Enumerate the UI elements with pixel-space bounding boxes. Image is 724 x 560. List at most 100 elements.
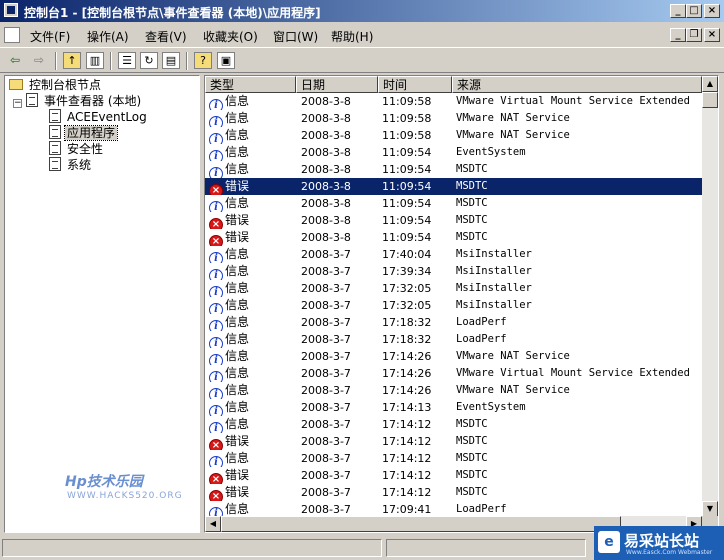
tree-item-aceeventlog[interactable]: ACEEventLog <box>49 109 149 125</box>
action-pane-icon[interactable]: ▣ <box>217 52 235 69</box>
column-header-source[interactable]: 来源 <box>452 76 702 93</box>
scroll-down-button[interactable]: ▼ <box>702 501 718 517</box>
table-row[interactable]: i 信息 2008-3-7 17:40:04 MsiInstaller <box>205 246 702 263</box>
console-tree: 控制台根节点 − 事件查看器 (本地) ACEEventLog 应用程序 安全性 … <box>4 75 200 533</box>
tree-root[interactable]: 控制台根节点 <box>9 77 103 93</box>
menu-window[interactable]: 窗口(W) <box>273 28 318 45</box>
info-icon: i <box>209 320 223 331</box>
table-row[interactable]: i 信息 2008-3-7 17:32:05 MsiInstaller <box>205 280 702 297</box>
table-row[interactable]: i 信息 2008-3-8 11:09:54 MSDTC <box>205 161 702 178</box>
table-row[interactable]: i 信息 2008-3-7 17:18:32 LoadPerf <box>205 331 702 348</box>
back-arrow-icon[interactable]: ⇦ <box>6 52 24 69</box>
table-row[interactable]: i 信息 2008-3-7 17:32:05 MsiInstaller <box>205 297 702 314</box>
cell-date: 2008-3-7 <box>301 452 351 465</box>
column-header-date[interactable]: 日期 <box>296 76 378 93</box>
info-icon: i <box>209 99 223 110</box>
table-row[interactable]: i 信息 2008-3-7 17:14:26 VMware NAT Service <box>205 382 702 399</box>
minimize-button[interactable]: _ <box>670 4 686 18</box>
tree-event-viewer-label: 事件查看器 (本地) <box>44 94 142 108</box>
tree-item-system[interactable]: 系统 <box>49 157 93 173</box>
menu-bar: 文件(F) 操作(A) 查看(V) 收藏夹(O) 窗口(W) 帮助(H) _ ❐… <box>0 24 724 46</box>
cell-time: 17:39:34 <box>382 265 432 278</box>
close-button[interactable]: × <box>704 4 720 18</box>
scroll-up-button[interactable]: ▲ <box>702 76 718 92</box>
type-label: 信息 <box>225 332 250 346</box>
table-row[interactable]: × 错误 2008-3-7 17:14:12 MSDTC <box>205 467 702 484</box>
up-folder-icon[interactable]: ↑ <box>63 52 81 69</box>
cell-source: VMware NAT Service <box>456 384 570 396</box>
column-header-time[interactable]: 时间 <box>378 76 452 93</box>
menu-favorites[interactable]: 收藏夹(O) <box>203 28 258 45</box>
menu-view[interactable]: 查看(V) <box>145 28 187 45</box>
table-row[interactable]: i 信息 2008-3-8 11:09:54 MSDTC <box>205 195 702 212</box>
cell-source: VMware NAT Service <box>456 350 570 362</box>
table-row[interactable]: i 信息 2008-3-8 11:09:58 VMware NAT Service <box>205 127 702 144</box>
vertical-scroll-thumb[interactable] <box>702 92 718 108</box>
table-row[interactable]: × 错误 2008-3-8 11:09:54 MSDTC <box>205 178 702 195</box>
table-row[interactable]: i 信息 2008-3-8 11:09:54 EventSystem <box>205 144 702 161</box>
table-row[interactable]: i 信息 2008-3-8 11:09:58 VMware NAT Service <box>205 110 702 127</box>
child-close-button[interactable]: × <box>704 28 720 42</box>
restore-icon: ❐ <box>689 29 699 40</box>
cell-source: MSDTC <box>456 486 488 498</box>
list-header: 类型 日期 时间 来源 <box>205 76 702 93</box>
cell-time: 11:09:54 <box>382 180 432 193</box>
cell-type: i 信息 <box>209 246 295 263</box>
info-icon: i <box>209 337 223 348</box>
cell-time: 11:09:58 <box>382 112 432 125</box>
error-icon: × <box>209 235 223 246</box>
cell-time: 17:14:13 <box>382 401 432 414</box>
tree-item-security[interactable]: 安全性 <box>49 141 105 157</box>
menu-help[interactable]: 帮助(H) <box>331 28 373 45</box>
info-icon: i <box>209 422 223 433</box>
properties-icon[interactable]: ☰ <box>118 52 136 69</box>
info-icon: i <box>209 405 223 416</box>
cell-source: MSDTC <box>456 197 488 209</box>
table-row[interactable]: × 错误 2008-3-8 11:09:54 MSDTC <box>205 229 702 246</box>
logo-text: 易采站长站 <box>624 532 700 550</box>
log-icon <box>49 141 61 155</box>
cell-source: MSDTC <box>456 163 488 175</box>
help-icon[interactable]: ? <box>194 52 212 69</box>
console-icon[interactable] <box>4 27 20 43</box>
cell-date: 2008-3-7 <box>301 367 351 380</box>
table-row[interactable]: i 信息 2008-3-7 17:14:12 MSDTC <box>205 450 702 467</box>
cell-date: 2008-3-7 <box>301 265 351 278</box>
table-row[interactable]: × 错误 2008-3-7 17:14:12 MSDTC <box>205 433 702 450</box>
cell-time: 11:09:58 <box>382 129 432 142</box>
table-row[interactable]: i 信息 2008-3-8 11:09:58 VMware Virtual Mount … <box>205 93 702 110</box>
export-list-icon[interactable]: ▤ <box>162 52 180 69</box>
menu-file[interactable]: 文件(F) <box>30 28 70 45</box>
cell-source: MsiInstaller <box>456 282 532 294</box>
child-restore-button[interactable]: ❐ <box>686 28 702 42</box>
tree-item-application[interactable]: 应用程序 <box>49 125 119 141</box>
table-row[interactable]: i 信息 2008-3-7 17:14:13 EventSystem <box>205 399 702 416</box>
collapse-toggle[interactable]: − <box>13 99 22 108</box>
horizontal-scroll-thumb[interactable] <box>221 516 621 532</box>
table-row[interactable]: i 信息 2008-3-7 17:14:26 VMware NAT Service <box>205 348 702 365</box>
table-row[interactable]: i 信息 2008-3-7 17:14:26 VMware Virtual Mount … <box>205 365 702 382</box>
table-row[interactable]: × 错误 2008-3-7 17:14:12 MSDTC <box>205 484 702 501</box>
vertical-scrollbar[interactable]: ▲ ▼ <box>702 76 718 517</box>
table-row[interactable]: i 信息 2008-3-7 17:18:32 LoadPerf <box>205 314 702 331</box>
show-hide-tree-icon[interactable]: ▥ <box>86 52 104 69</box>
table-row[interactable]: × 错误 2008-3-8 11:09:54 MSDTC <box>205 212 702 229</box>
table-row[interactable]: i 信息 2008-3-7 17:39:34 MsiInstaller <box>205 263 702 280</box>
scroll-left-button[interactable]: ◀ <box>205 516 221 532</box>
forward-arrow-icon[interactable]: ⇨ <box>30 52 48 69</box>
cell-type: i 信息 <box>209 331 295 348</box>
table-row[interactable]: i 信息 2008-3-7 17:14:12 MSDTC <box>205 416 702 433</box>
info-icon: i <box>209 456 223 467</box>
child-minimize-button[interactable]: _ <box>670 28 686 42</box>
tree-root-label: 控制台根节点 <box>29 78 102 92</box>
refresh-icon[interactable]: ↻ <box>140 52 158 69</box>
maximize-button[interactable]: □ <box>686 4 702 18</box>
info-icon: i <box>209 269 223 280</box>
title-bar[interactable]: 控制台1 - [控制台根节点\事件查看器 (本地)\应用程序] _ □ × <box>0 0 724 22</box>
menu-action[interactable]: 操作(A) <box>87 28 129 45</box>
cell-time: 17:14:12 <box>382 435 432 448</box>
mmc-app-icon[interactable] <box>4 3 18 17</box>
column-header-type[interactable]: 类型 <box>205 76 296 93</box>
tree-item-event-viewer[interactable]: − 事件查看器 (本地) <box>13 93 143 109</box>
cell-source: LoadPerf <box>456 316 507 328</box>
